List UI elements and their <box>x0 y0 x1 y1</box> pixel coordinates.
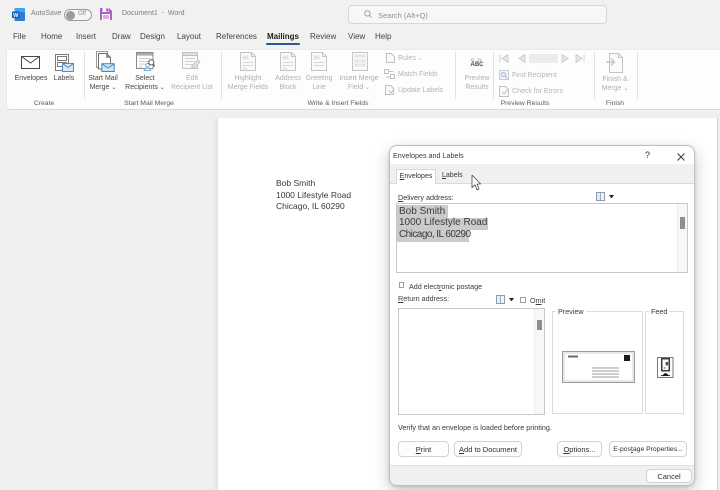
svg-text:W: W <box>13 13 19 19</box>
